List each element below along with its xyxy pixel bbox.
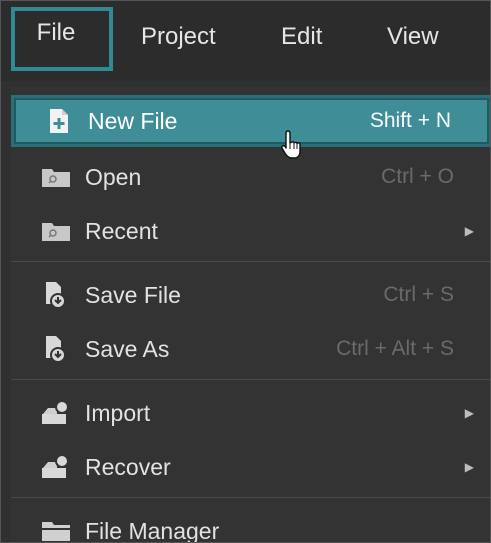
menu-file[interactable]: File <box>11 7 113 71</box>
menu-view[interactable]: View <box>387 1 439 73</box>
menu-item-shortcut: Ctrl + O <box>381 165 454 188</box>
menu-item-file-manager[interactable]: File Manager <box>11 505 490 543</box>
import-icon <box>39 398 73 428</box>
folder-search-icon <box>39 216 73 246</box>
folder-icon <box>39 516 73 542</box>
save-file-icon <box>39 280 73 310</box>
menu-item-label: Recent <box>85 217 158 244</box>
new-file-icon <box>42 106 76 136</box>
menu-separator <box>11 379 490 380</box>
save-file-icon <box>39 334 73 364</box>
menu-item-shortcut: Ctrl + S <box>383 283 454 306</box>
menu-item-save-as[interactable]: Save As Ctrl + Alt + S <box>11 323 490 375</box>
menu-item-shortcut: Ctrl + Alt + S <box>336 337 454 360</box>
menu-item-recover[interactable]: Recover ▶ <box>11 441 490 493</box>
menu-separator <box>11 497 490 498</box>
menu-view-label: View <box>387 23 439 50</box>
menu-edit[interactable]: Edit <box>281 1 322 73</box>
menu-project[interactable]: Project <box>141 1 216 73</box>
menu-separator <box>11 261 490 262</box>
menu-item-label: File Manager <box>85 517 220 543</box>
menu-item-label: Import <box>85 399 151 426</box>
menu-item-import[interactable]: Import ▶ <box>11 387 490 439</box>
file-menu-dropdown: New File Shift + N Open Ctrl + O Recent … <box>11 87 490 543</box>
menu-item-label: Recover <box>85 453 171 480</box>
menu-bar: File Project Edit View <box>1 1 490 81</box>
menu-item-label: New File <box>88 107 178 134</box>
menu-project-label: Project <box>141 23 216 50</box>
menu-item-label: Save File <box>85 281 181 308</box>
menu-item-shortcut: Shift + N <box>369 109 451 132</box>
menu-file-label: File <box>36 19 76 46</box>
menu-edit-label: Edit <box>281 23 323 50</box>
submenu-arrow-icon: ▶ <box>464 224 474 238</box>
submenu-arrow-icon: ▶ <box>464 460 474 474</box>
folder-search-icon <box>39 162 73 192</box>
menu-item-new-file[interactable]: New File Shift + N <box>11 95 490 147</box>
submenu-arrow-icon: ▶ <box>464 406 474 420</box>
menu-item-open[interactable]: Open Ctrl + O <box>11 151 490 203</box>
recover-icon <box>39 452 73 482</box>
app-window: File Project Edit View New File Shift + … <box>0 0 491 543</box>
menu-item-label: Save As <box>85 335 170 362</box>
hand-cursor-icon <box>279 129 309 163</box>
menu-item-label: Open <box>85 163 142 190</box>
menu-item-save-file[interactable]: Save File Ctrl + S <box>11 269 490 321</box>
menu-item-recent[interactable]: Recent ▶ <box>11 205 490 257</box>
